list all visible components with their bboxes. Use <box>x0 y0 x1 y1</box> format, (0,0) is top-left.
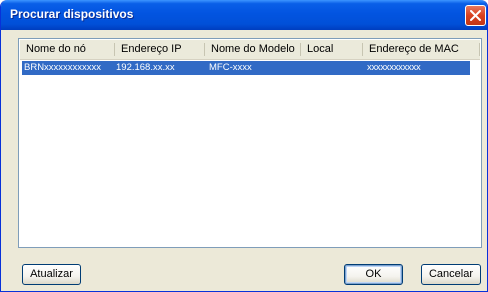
list-header: Nome do nó Endereço IP Nome do Modelo Lo… <box>20 40 480 60</box>
cell-model-name: MFC-xxxx <box>209 62 252 73</box>
column-header-model-name[interactable]: Nome do Modelo <box>205 40 301 59</box>
table-row[interactable]: BRNxxxxxxxxxxxx 192.168.xx.xx MFC-xxxx x… <box>22 61 470 75</box>
column-header-location[interactable]: Local <box>301 40 363 59</box>
column-header-ip-address[interactable]: Endereço IP <box>115 40 205 59</box>
close-button[interactable] <box>465 5 486 26</box>
cell-node-name: BRNxxxxxxxxxxxx <box>24 62 102 73</box>
ok-button[interactable]: OK <box>344 264 403 285</box>
close-icon <box>470 10 481 21</box>
title-bar[interactable]: Procurar dispositivos <box>1 0 487 30</box>
cell-location <box>307 61 362 75</box>
cancel-button[interactable]: Cancelar <box>421 264 481 285</box>
cell-ip-address: 192.168.xx.xx <box>116 62 175 73</box>
window-title: Procurar dispositivos <box>10 7 134 21</box>
cell-mac-address: xxxxxxxxxxxx <box>367 62 421 73</box>
dialog-window: Procurar dispositivos Nome do nó Endereç… <box>0 0 488 292</box>
column-header-node-name[interactable]: Nome do nó <box>20 40 115 59</box>
device-list[interactable]: Nome do nó Endereço IP Nome do Modelo Lo… <box>18 38 482 248</box>
refresh-button[interactable]: Atualizar <box>22 264 81 285</box>
column-header-mac-address[interactable]: Endereço de MAC <box>363 40 480 59</box>
